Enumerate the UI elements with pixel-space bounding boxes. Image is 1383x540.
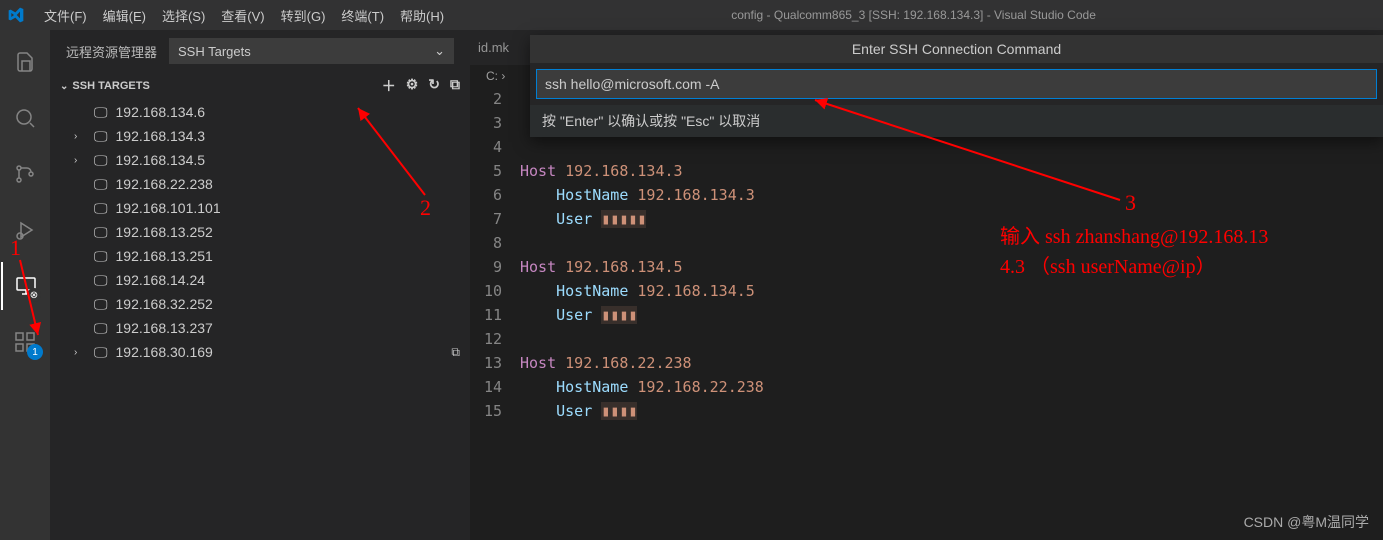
screen-icon: 🖵: [94, 296, 108, 313]
screen-icon: 🖵: [94, 248, 108, 265]
menu-view[interactable]: 查看(V): [213, 6, 272, 25]
host-item[interactable]: 🖵 192.168.22.238: [50, 172, 470, 196]
menu-select[interactable]: 选择(S): [154, 6, 213, 25]
search-icon[interactable]: [1, 94, 49, 142]
section-header[interactable]: ⌄ SSH TARGETS ＋ ⚙ ↻ ⧉: [50, 72, 470, 100]
new-window-icon[interactable]: ⧉: [451, 345, 460, 360]
host-ip: 192.168.14.24: [116, 272, 206, 288]
menu-edit[interactable]: 编辑(E): [95, 6, 154, 25]
palette-hint: 按 "Enter" 以确认或按 "Esc" 以取消: [530, 105, 1383, 137]
menu-bar: 文件(F) 编辑(E) 选择(S) 查看(V) 转到(G) 终端(T) 帮助(H…: [36, 6, 452, 25]
palette-title: Enter SSH Connection Command: [530, 35, 1383, 63]
host-item[interactable]: › 🖵 192.168.134.3: [50, 124, 470, 148]
tab-label[interactable]: id.mk: [478, 40, 509, 55]
host-item[interactable]: 🖵 192.168.101.101: [50, 196, 470, 220]
chevron-down-icon: ⌄: [434, 43, 445, 59]
activity-bar: ⊗ 1: [0, 30, 50, 540]
source-control-icon[interactable]: [1, 150, 49, 198]
sidebar-title: 远程资源管理器: [66, 42, 157, 61]
menu-terminal[interactable]: 终端(T): [333, 6, 392, 25]
menu-file[interactable]: 文件(F): [36, 6, 95, 25]
host-ip: 192.168.134.3: [116, 128, 206, 144]
title-bar: 文件(F) 编辑(E) 选择(S) 查看(V) 转到(G) 终端(T) 帮助(H…: [0, 0, 1383, 30]
host-ip: 192.168.134.6: [116, 104, 206, 120]
screen-icon: 🖵: [94, 320, 108, 337]
chevron-right-icon: ›: [74, 155, 86, 166]
refresh-icon[interactable]: ↻: [428, 76, 440, 96]
chevron-down-icon: ⌄: [60, 81, 68, 92]
vscode-logo-icon: [8, 7, 24, 23]
dropdown-label: SSH Targets: [178, 44, 251, 59]
screen-icon: 🖵: [94, 200, 108, 217]
host-ip: 192.168.13.252: [116, 224, 213, 240]
host-item[interactable]: › 🖵 192.168.134.5: [50, 148, 470, 172]
chevron-right-icon: ›: [74, 131, 86, 142]
screen-icon: 🖵: [94, 104, 108, 121]
section-actions: ＋ ⚙ ↻ ⧉: [382, 76, 460, 96]
screen-icon: 🖵: [94, 344, 108, 361]
code-content[interactable]: HostName 192.168.134.3 User ▮▮▮▮ Host 19…: [520, 87, 1383, 540]
menu-help[interactable]: 帮助(H): [392, 6, 452, 25]
host-item[interactable]: 🖵 192.168.13.251: [50, 244, 470, 268]
host-item[interactable]: › 🖵 192.168.30.169 ⧉: [50, 340, 470, 364]
gear-icon[interactable]: ⚙: [406, 76, 419, 96]
add-icon[interactable]: ＋: [382, 76, 396, 96]
watermark: CSDN @粤M温同学: [1244, 512, 1369, 532]
host-list: 🖵 192.168.134.6 › 🖵 192.168.134.3 › 🖵 192.168.1…: [50, 100, 470, 540]
code-area[interactable]: 23456789101112131415 HostName 192.168.13…: [470, 87, 1383, 540]
ssh-command-input[interactable]: [536, 69, 1377, 99]
extensions-badge: 1: [27, 344, 43, 360]
chevron-right-icon: ›: [74, 347, 86, 358]
collapse-icon[interactable]: ⧉: [450, 76, 460, 96]
host-ip: 192.168.30.169: [116, 344, 213, 360]
host-item[interactable]: 🖵 192.168.13.252: [50, 220, 470, 244]
remote-explorer-icon[interactable]: ⊗: [1, 262, 49, 310]
section-title: SSH TARGETS: [72, 80, 149, 92]
host-item[interactable]: 🖵 192.168.32.252: [50, 292, 470, 316]
host-ip: 192.168.13.251: [116, 248, 213, 264]
explorer-icon[interactable]: [1, 38, 49, 86]
host-ip: 192.168.101.101: [116, 200, 221, 216]
screen-icon: 🖵: [94, 176, 108, 193]
host-ip: 192.168.134.5: [116, 152, 206, 168]
screen-icon: 🖵: [94, 152, 108, 169]
screen-icon: 🖵: [94, 128, 108, 145]
menu-go[interactable]: 转到(G): [273, 6, 334, 25]
targets-dropdown[interactable]: SSH Targets ⌄: [169, 38, 454, 64]
window-title: config - Qualcomm865_3 [SSH: 192.168.134…: [452, 8, 1375, 22]
line-numbers: 23456789101112131415: [470, 87, 520, 540]
debug-icon[interactable]: [1, 206, 49, 254]
host-item[interactable]: 🖵 192.168.13.237: [50, 316, 470, 340]
screen-icon: 🖵: [94, 224, 108, 241]
host-item[interactable]: 🖵 192.168.134.6: [50, 100, 470, 124]
sidebar: 远程资源管理器 SSH Targets ⌄ ⌄ SSH TARGETS ＋ ⚙ …: [50, 30, 470, 540]
screen-icon: 🖵: [94, 272, 108, 289]
command-palette: Enter SSH Connection Command 按 "Enter" 以…: [530, 35, 1383, 137]
host-item[interactable]: 🖵 192.168.14.24: [50, 268, 470, 292]
host-ip: 192.168.13.237: [116, 320, 213, 336]
extensions-icon[interactable]: 1: [1, 318, 49, 366]
host-ip: 192.168.22.238: [116, 176, 213, 192]
host-ip: 192.168.32.252: [116, 296, 213, 312]
